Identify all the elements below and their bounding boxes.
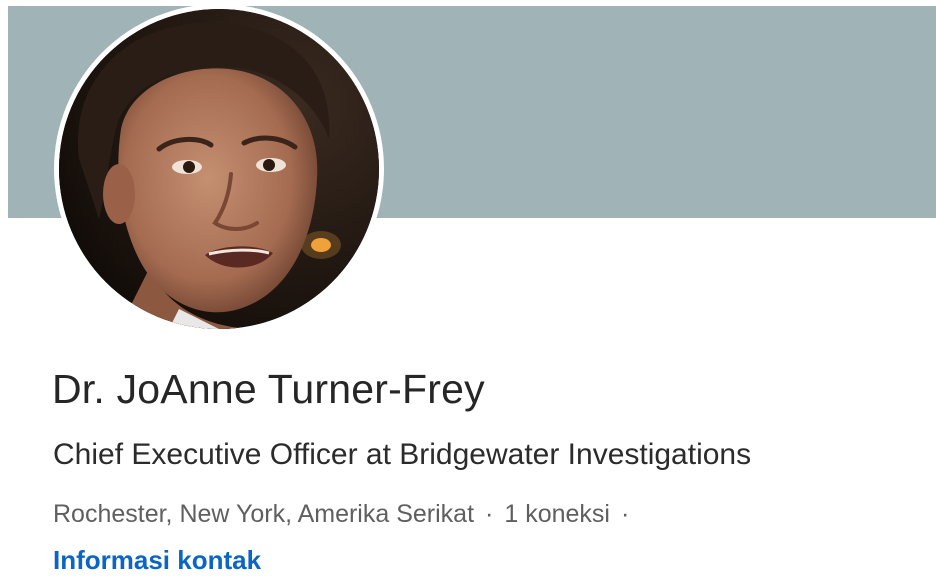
separator-dot: ·	[485, 500, 494, 528]
profile-avatar[interactable]	[54, 4, 384, 334]
profile-meta-line: Rochester, New York, Amerika Serikat · 1 k…	[53, 500, 640, 529]
contact-info-link[interactable]: Informasi kontak	[53, 545, 261, 576]
separator-dot-trailing: ·	[620, 500, 630, 528]
profile-name: Dr. JoAnne Turner-Frey	[52, 366, 485, 412]
profile-location: Rochester, New York, Amerika Serikat	[53, 500, 475, 528]
profile-headline: Chief Executive Officer at Bridgewater I…	[53, 438, 752, 471]
profile-photo	[59, 9, 379, 329]
profile-photo-image	[59, 9, 379, 329]
profile-card: Dr. JoAnne Turner-Frey Chief Executive O…	[0, 0, 936, 577]
profile-connections[interactable]: 1 koneksi	[504, 500, 610, 528]
